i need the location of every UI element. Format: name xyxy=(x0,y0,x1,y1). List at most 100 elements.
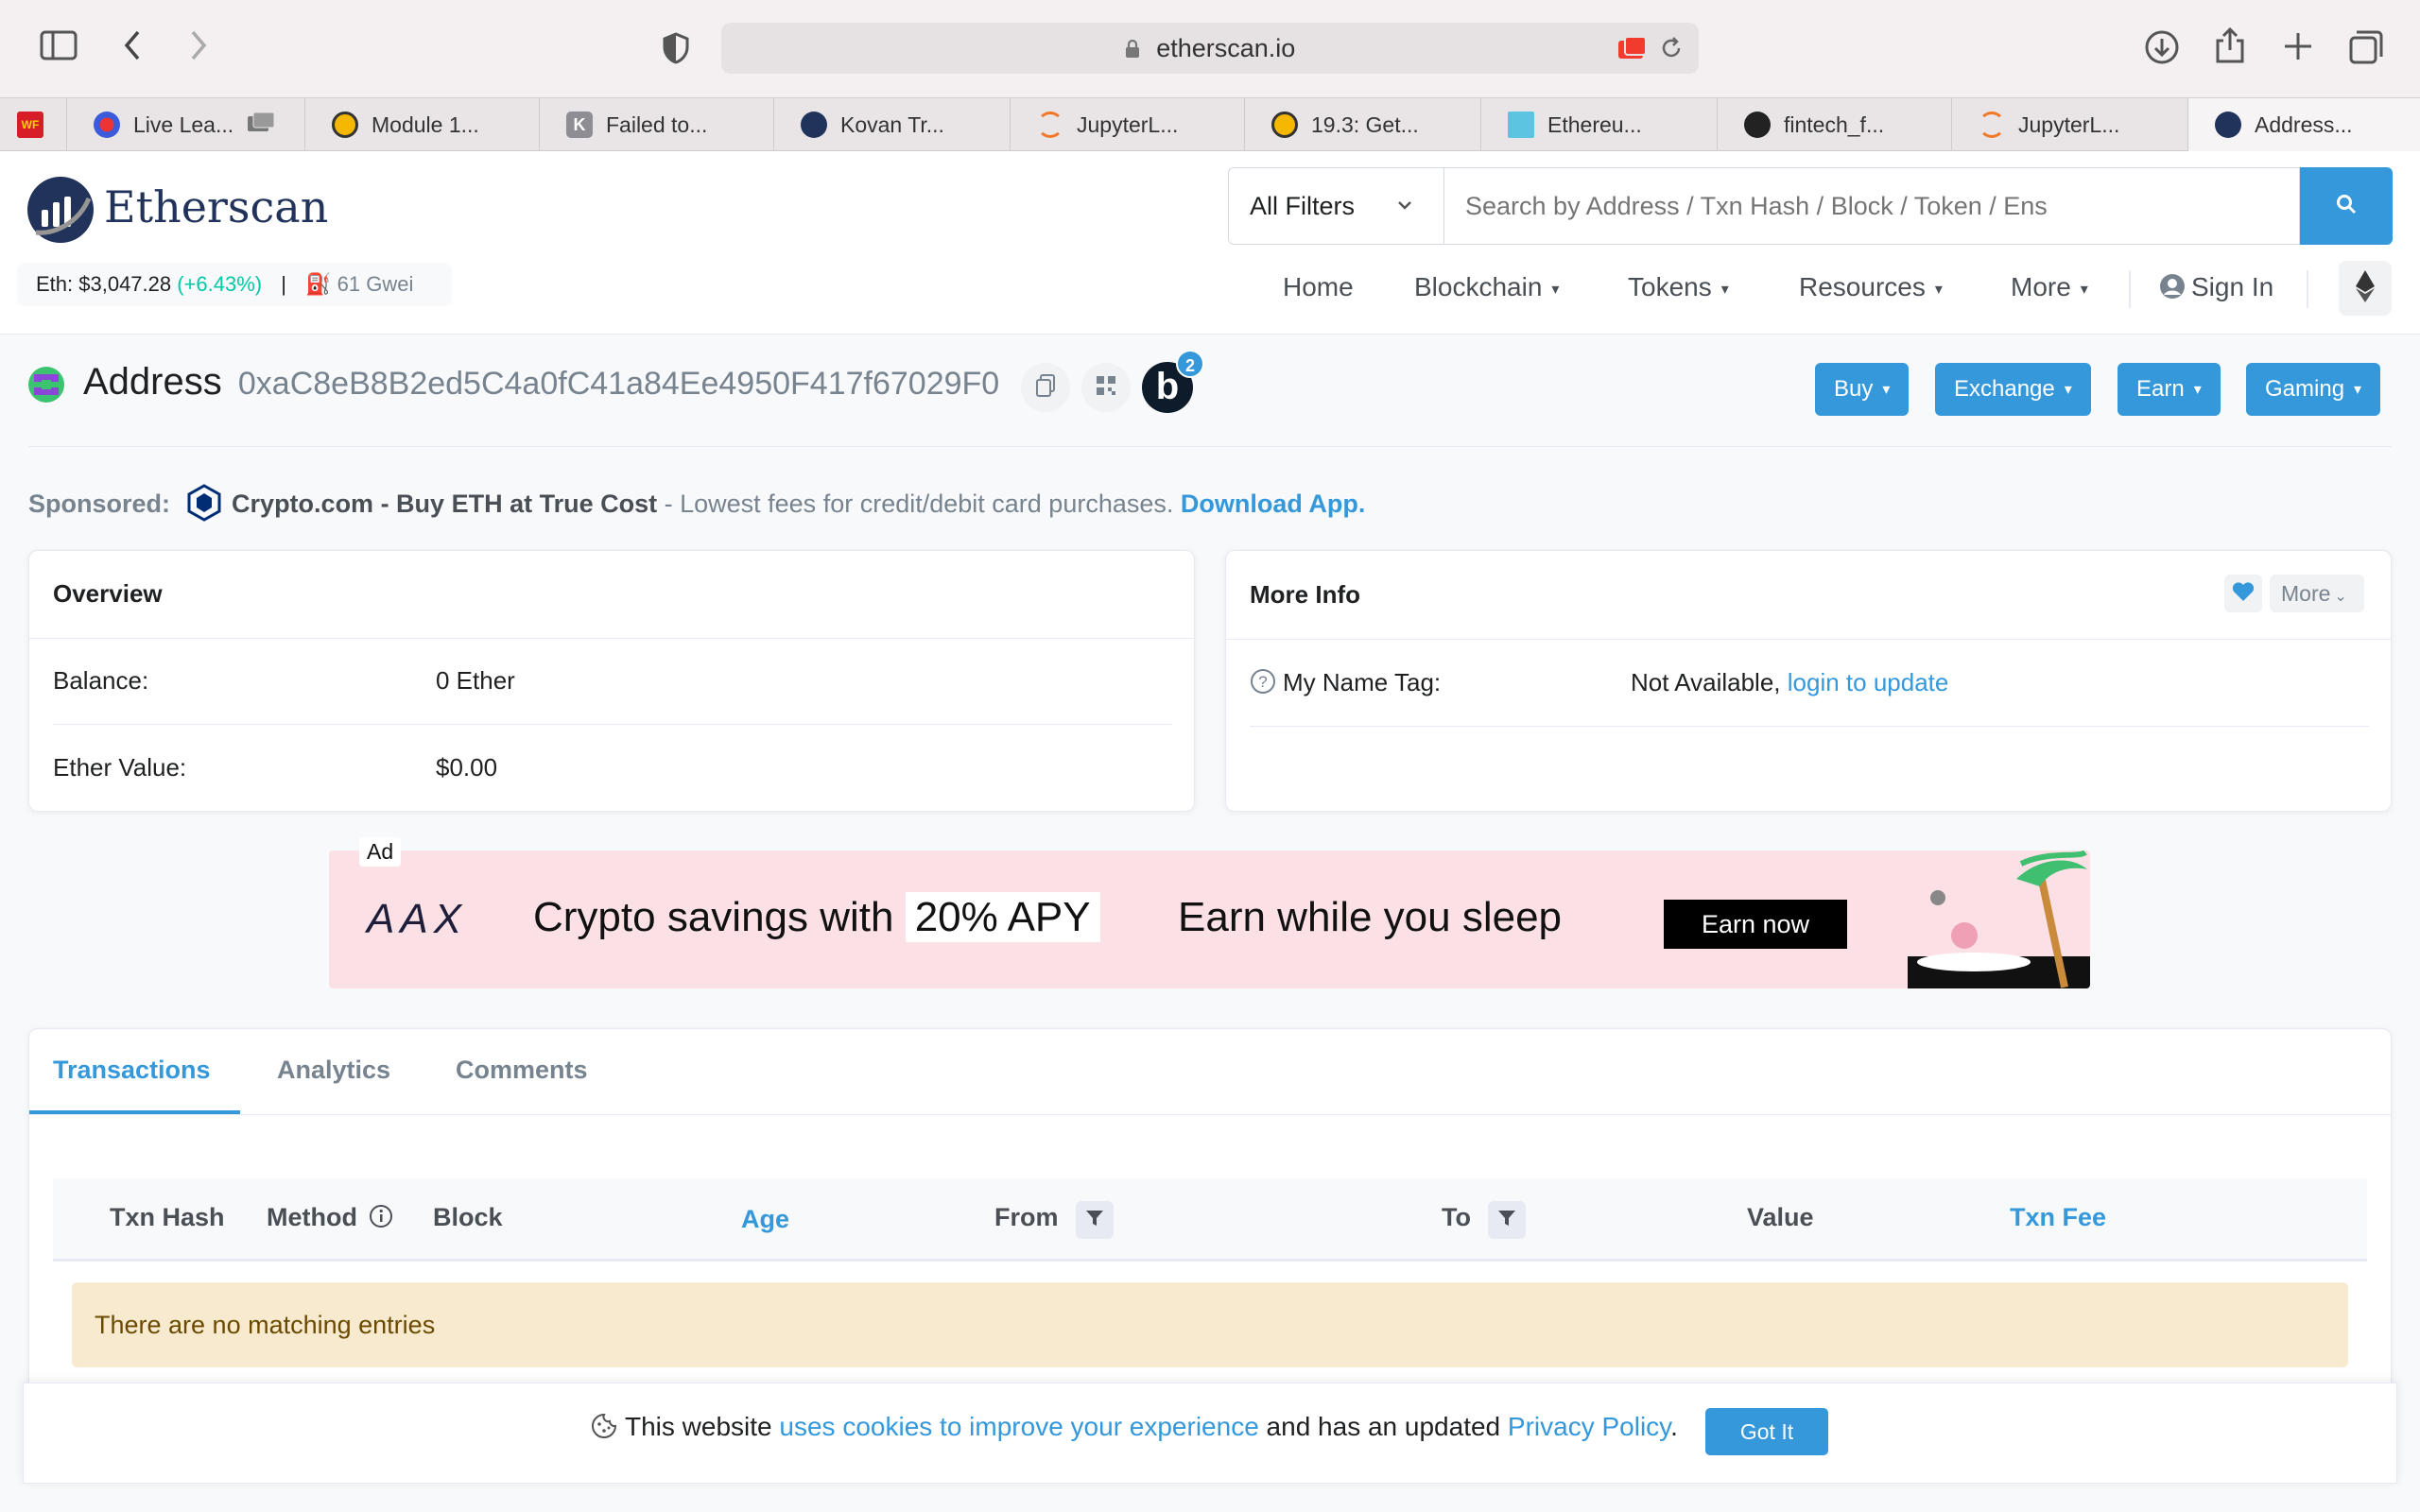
ticker-separator: | xyxy=(281,272,286,296)
ad-headline: Crypto savings with 20% APY xyxy=(533,892,1100,942)
cookie-message: This website uses cookies to improve you… xyxy=(591,1412,1678,1442)
new-tab-icon[interactable] xyxy=(2282,30,2314,67)
url-value: etherscan.io xyxy=(1156,34,1296,62)
tab-label: 19.3: Get... xyxy=(1311,112,1419,137)
nav-sign-in[interactable]: Sign In xyxy=(2159,272,2273,302)
sign-in-label: Sign In xyxy=(2191,272,2274,301)
tab-fintech[interactable]: fintech_f... xyxy=(1718,98,1952,151)
camera-blocked-icon[interactable] xyxy=(1617,36,1648,65)
chevron-down-icon: ▾ xyxy=(2064,381,2072,398)
nav-more[interactable]: More ▾ xyxy=(2011,272,2088,302)
browser-tab-strip: WF Live Lea... Module 1... K Failed to..… xyxy=(0,97,2420,151)
share-icon[interactable] xyxy=(2214,26,2246,69)
nav-tokens-label: Tokens xyxy=(1628,272,1712,301)
tab-analytics[interactable]: Analytics xyxy=(277,1056,390,1085)
nav-home[interactable]: Home xyxy=(1283,272,1354,302)
tab-transactions[interactable]: Transactions xyxy=(53,1056,211,1085)
qr-code-button[interactable] xyxy=(1081,363,1131,412)
tab-19-3[interactable]: 19.3: Get... xyxy=(1245,98,1481,151)
column-txn-fee[interactable]: Txn Fee xyxy=(2010,1203,2106,1232)
tab-overview-icon[interactable] xyxy=(2348,29,2384,70)
more-dropdown-button[interactable]: More ⌄ xyxy=(2270,575,2364,612)
buy-label: Buy xyxy=(1834,376,1874,402)
gas-pump-icon: ⛽ xyxy=(305,272,332,296)
buy-button[interactable]: Buy ▾ xyxy=(1815,363,1910,416)
chevron-down-icon: ▾ xyxy=(2080,281,2088,298)
sponsored-banner: Sponsored: Crypto.com - Buy ETH at True … xyxy=(28,484,1365,522)
login-to-update-link[interactable]: login to update xyxy=(1788,668,1949,696)
help-circle-icon[interactable]: ? xyxy=(1250,668,1276,699)
aax-ad-banner[interactable]: AAX Crypto savings with 20% APY Earn whi… xyxy=(329,850,2090,988)
tab-failed-to[interactable]: K Failed to... xyxy=(540,98,774,151)
tab-comments[interactable]: Comments xyxy=(456,1056,588,1085)
exchange-button[interactable]: Exchange ▾ xyxy=(1935,363,2091,416)
address-bar[interactable]: etherscan.io xyxy=(721,23,1699,74)
tab-jupyter-2[interactable]: JupyterL... xyxy=(1952,98,2188,151)
ad-highlight: 20% APY xyxy=(905,892,1100,942)
earn-button[interactable]: Earn ▾ xyxy=(2118,363,2221,416)
row-divider xyxy=(53,724,1172,725)
favorite-button[interactable] xyxy=(2224,575,2262,612)
table-header: Txn Hash Method Block Age From To Value … xyxy=(53,1178,2367,1262)
tab-kovan[interactable]: Kovan Tr... xyxy=(774,98,1011,151)
address-hash[interactable]: 0xaC8eB8B2ed5C4a0fC41a84Ee4950F417f67029… xyxy=(238,366,999,402)
privacy-policy-link[interactable]: Privacy Policy xyxy=(1508,1412,1670,1441)
reload-icon[interactable] xyxy=(1659,36,1684,65)
column-to: To xyxy=(1442,1203,1471,1231)
cookie-policy-link[interactable]: uses cookies to improve your experience xyxy=(779,1412,1258,1441)
gas-price[interactable]: 61 Gwei xyxy=(337,272,414,296)
tab-favicon xyxy=(332,112,358,138)
ethereum-network-button[interactable] xyxy=(2339,261,2392,316)
screen-share-icon xyxy=(247,112,275,138)
search-input[interactable] xyxy=(1443,167,2300,245)
tab-live-lea[interactable]: Live Lea... xyxy=(67,98,305,151)
ether-value-label: Ether Value: xyxy=(53,753,187,782)
title-divider xyxy=(28,446,2392,447)
download-app-link[interactable]: Download App. xyxy=(1181,490,1365,518)
tab-ethereum[interactable]: Ethereu... xyxy=(1481,98,1718,151)
jupyter-icon xyxy=(1979,112,2005,138)
filter-icon xyxy=(1497,1209,1516,1232)
tab-pinned-wf[interactable]: WF xyxy=(0,98,67,151)
tab-jupyter-1[interactable]: JupyterL... xyxy=(1011,98,1245,151)
page-title: Address 0xaC8eB8B2ed5C4a0fC41a84Ee4950F4… xyxy=(83,361,999,404)
cookie-consent-bar: This website uses cookies to improve you… xyxy=(23,1383,2397,1484)
downloads-icon[interactable] xyxy=(2144,29,2180,70)
nav-resources-label: Resources xyxy=(1799,272,1926,301)
exchange-label: Exchange xyxy=(1954,376,2055,402)
tabs-divider xyxy=(29,1114,2391,1115)
search-icon xyxy=(2335,193,2358,220)
tab-address-active[interactable]: Address... xyxy=(2188,98,2420,151)
tab-label: Address... xyxy=(2255,112,2353,137)
gaming-button[interactable]: Gaming ▾ xyxy=(2246,363,2381,416)
search-filter-select[interactable]: All Filters xyxy=(1228,167,1443,245)
nav-tokens[interactable]: Tokens ▾ xyxy=(1628,272,1729,302)
sidebar-toggle-icon[interactable] xyxy=(40,30,78,66)
sponsored-text: - Lowest fees for credit/debit card purc… xyxy=(657,490,1181,518)
tab-label: Kovan Tr... xyxy=(840,112,944,137)
to-filter-button[interactable] xyxy=(1488,1201,1526,1239)
privacy-shield-icon[interactable] xyxy=(662,32,690,69)
forward-icon[interactable] xyxy=(187,28,210,68)
from-filter-button[interactable] xyxy=(1076,1201,1114,1239)
name-tag-text: Not Available, xyxy=(1631,668,1788,696)
heart-icon xyxy=(2232,581,2255,607)
copy-icon xyxy=(1035,373,1056,402)
column-age[interactable]: Age xyxy=(741,1205,789,1234)
sponsored-title[interactable]: Crypto.com - Buy ETH at True Cost xyxy=(232,490,657,518)
site-logo-text[interactable]: Etherscan xyxy=(104,181,328,232)
url-text: etherscan.io xyxy=(721,23,1699,74)
search-button[interactable] xyxy=(2300,167,2393,245)
column-block: Block xyxy=(433,1203,503,1231)
nav-blockchain[interactable]: Blockchain ▾ xyxy=(1414,272,1559,302)
etherscan-logo-icon[interactable] xyxy=(26,176,95,249)
qr-code-icon xyxy=(1096,375,1116,401)
info-icon[interactable] xyxy=(365,1203,393,1231)
copy-address-button[interactable] xyxy=(1021,363,1070,412)
back-icon[interactable] xyxy=(121,28,144,68)
earn-now-button[interactable]: Earn now xyxy=(1664,900,1847,949)
nav-more-label: More xyxy=(2011,272,2071,301)
tab-module[interactable]: Module 1... xyxy=(305,98,540,151)
got-it-button[interactable]: Got It xyxy=(1705,1408,1828,1455)
nav-resources[interactable]: Resources ▾ xyxy=(1799,272,1943,302)
